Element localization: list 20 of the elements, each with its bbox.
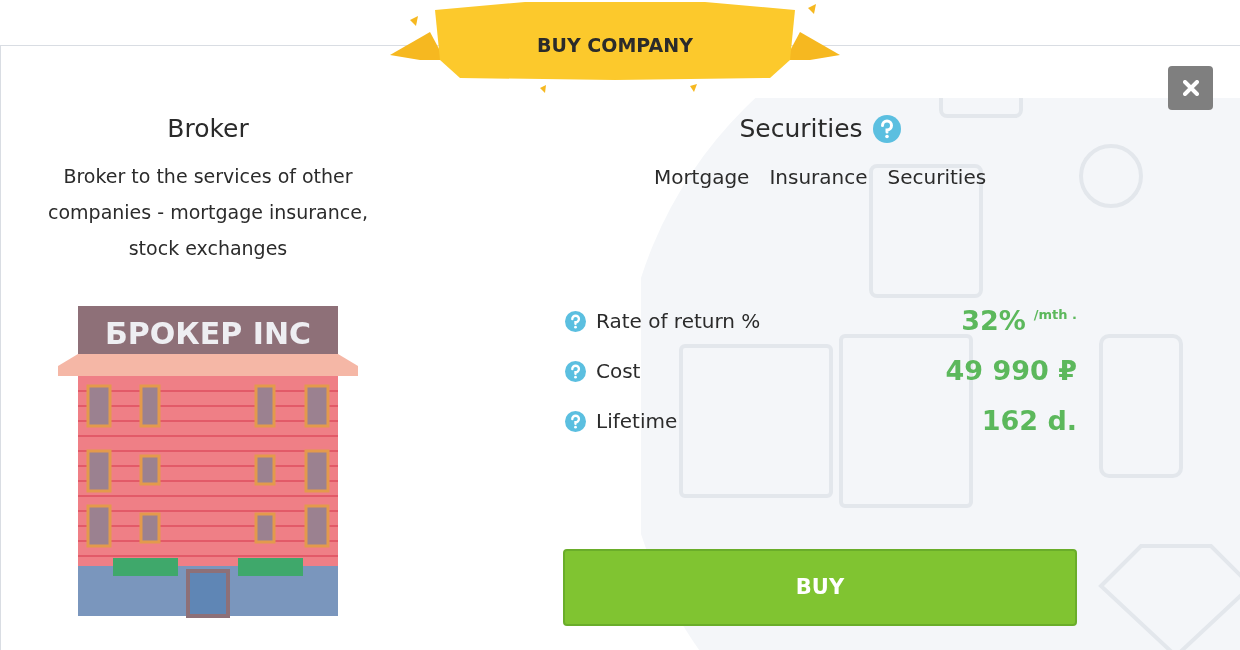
help-icon[interactable] xyxy=(565,310,586,332)
company-name: Broker xyxy=(167,113,249,145)
stat-value: 49 990 ₽ xyxy=(945,353,1077,388)
category-link[interactable]: Mortgage xyxy=(653,161,750,192)
category-link[interactable]: Insurance xyxy=(769,161,868,192)
stat-value: 162 d. xyxy=(981,403,1077,438)
company-description: Broker to the services of other companies - mortgage insurance, stock exchanges xyxy=(47,163,369,261)
stat-unit: /mth . xyxy=(1033,306,1077,324)
stat-label: Rate of return % xyxy=(596,308,762,335)
help-icon[interactable] xyxy=(565,410,586,432)
close-icon xyxy=(1182,80,1199,96)
stat-label: Cost xyxy=(596,358,642,385)
dialog-title: BUY COMPANY xyxy=(536,33,694,58)
category-title: Securities xyxy=(739,113,863,145)
category-link[interactable]: Securities xyxy=(887,161,987,192)
close-button[interactable] xyxy=(1168,66,1213,110)
help-icon[interactable] xyxy=(565,360,586,382)
stat-value: 32% xyxy=(961,303,1026,338)
stat-label: Lifetime xyxy=(596,408,679,435)
help-icon[interactable] xyxy=(872,114,901,143)
